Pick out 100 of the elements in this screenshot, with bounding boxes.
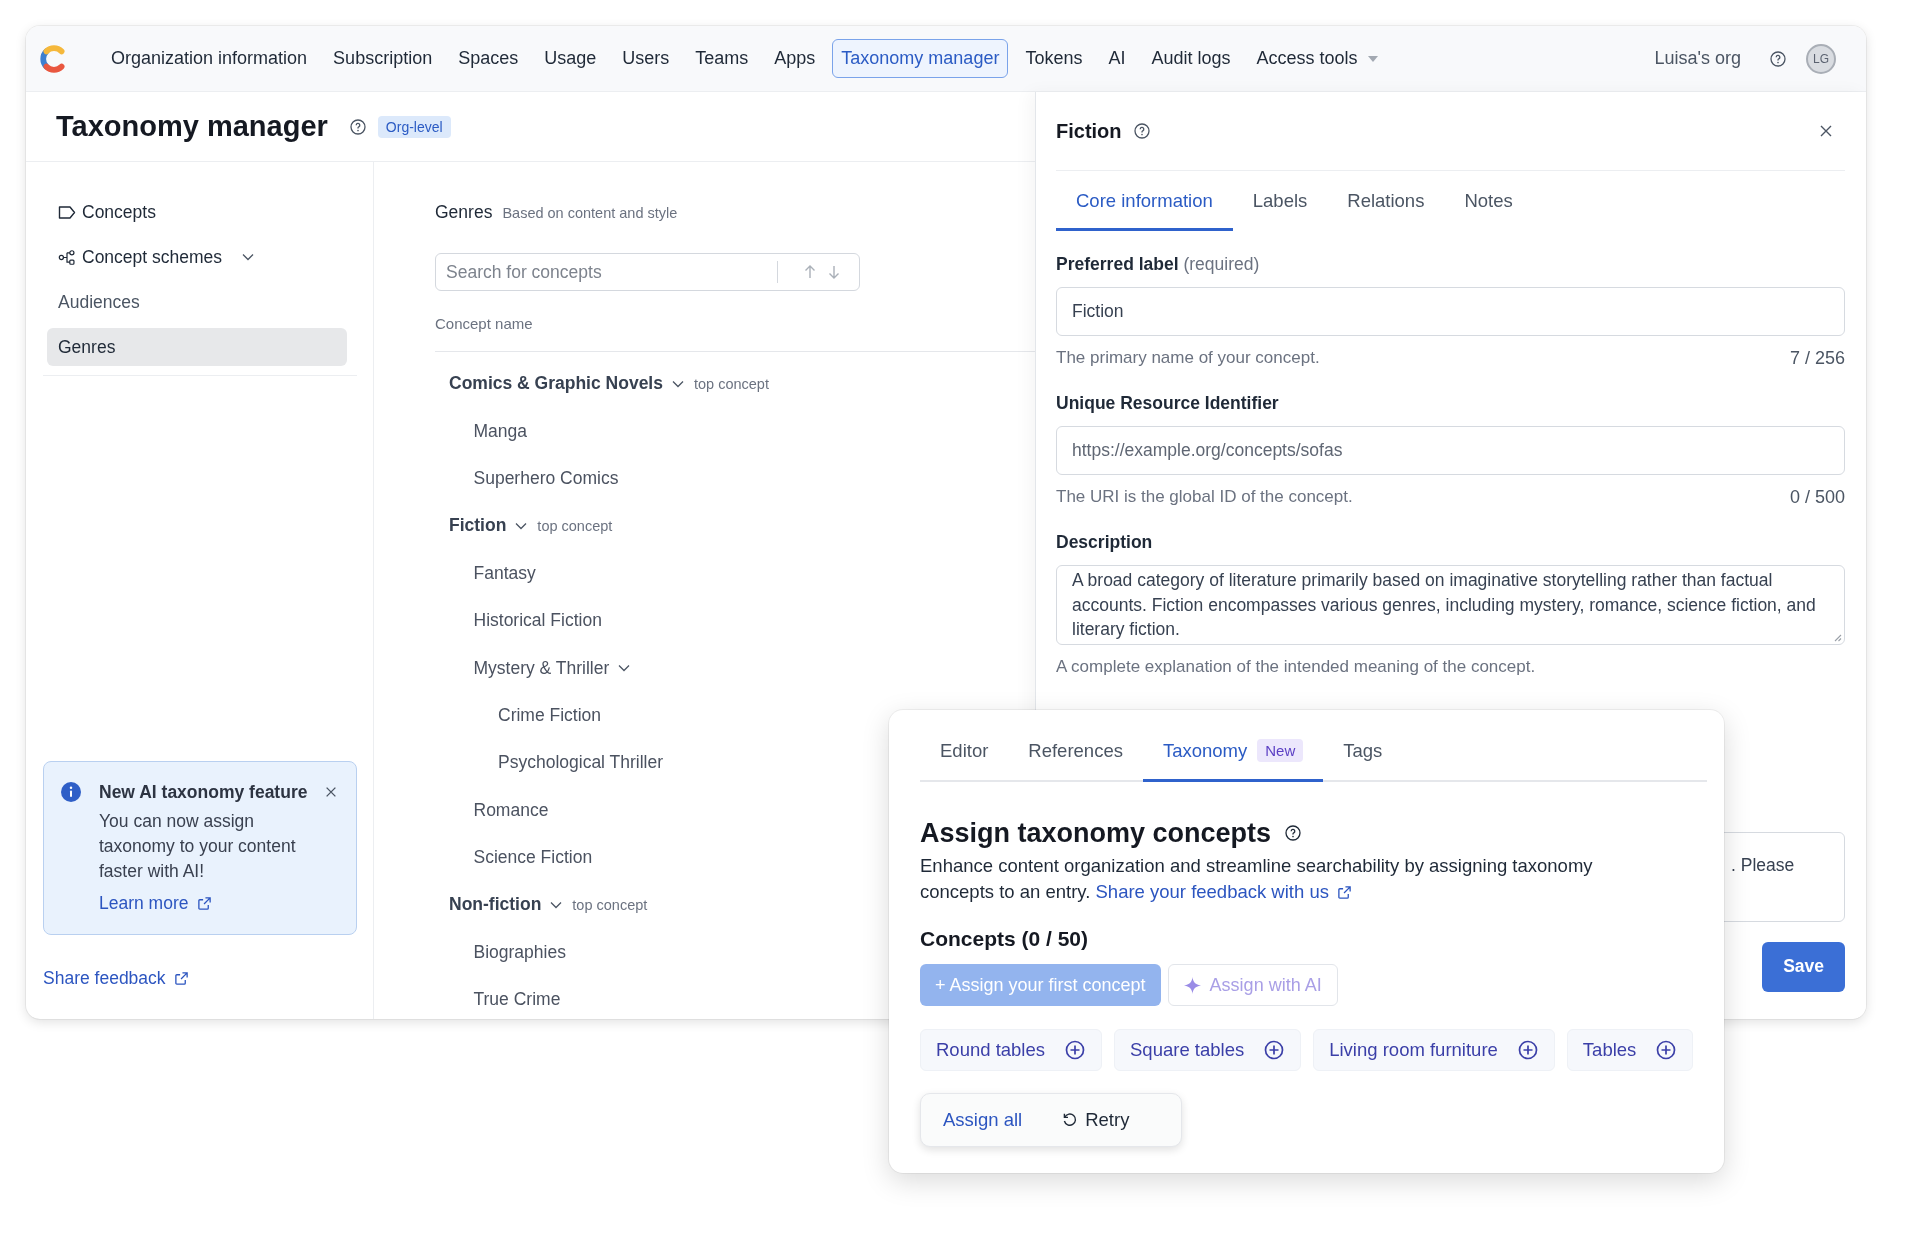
external-link-icon	[196, 896, 212, 911]
concept-tree-item[interactable]: True Crime	[473, 989, 561, 1011]
nav-tab[interactable]: Teams	[686, 39, 758, 78]
top-concept-tag: top concept	[693, 375, 769, 392]
chevron-icon[interactable]	[550, 901, 563, 909]
notice-text: You can now assign taxonomy to your content faster with AI!	[99, 810, 297, 883]
nav-tab[interactable]: Users	[613, 39, 679, 78]
retry-button[interactable]: Retry	[1062, 1109, 1130, 1131]
concept-tree-item[interactable]: Manga	[473, 420, 527, 442]
help-icon[interactable]	[1133, 123, 1150, 139]
text-field[interactable]: https://example.org/concepts/sofas	[1056, 426, 1845, 475]
tab[interactable]: Notes	[1444, 171, 1533, 231]
helper-text: The primary name of your concept.	[1056, 348, 1320, 368]
sidebar-item[interactable]: Genres	[47, 328, 347, 366]
concept-tree-item[interactable]: Crime Fiction	[498, 704, 602, 726]
tab[interactable]: References	[1008, 722, 1143, 782]
tab[interactable]: Core information	[1056, 171, 1233, 231]
helper-text: A complete explanation of the intended meaning of the concept.	[1056, 656, 1536, 677]
character-count: 7 / 256	[1789, 348, 1845, 368]
share-feedback-link[interactable]: Share feedback	[43, 968, 189, 989]
concept-tree-item[interactable]: Fantasy	[473, 562, 536, 584]
concept-tree-item[interactable]: Historical Fiction	[473, 610, 602, 632]
page-title: Taxonomy manager	[56, 110, 328, 143]
close-icon[interactable]	[324, 785, 338, 799]
chevron-icon[interactable]	[618, 664, 631, 673]
sidebar-item[interactable]: Audiences	[47, 283, 347, 321]
description-text: Enhance content organization and streamline searchability by assigning taxonomy concepts to an entry. Share your feedback with us	[920, 853, 1625, 905]
helper-text: The URI is the global ID of the concept.	[1056, 487, 1353, 507]
help-icon[interactable]	[1285, 825, 1302, 841]
nav-tab[interactable]: AI	[1099, 39, 1135, 78]
tab[interactable]: Relations	[1327, 171, 1445, 231]
suggestion-chip[interactable]: Living room furniture	[1313, 1029, 1555, 1071]
info-icon	[61, 782, 81, 802]
tab[interactable]: Tags	[1323, 722, 1403, 782]
hierarchy-icon	[58, 249, 76, 265]
sparkle-icon	[1183, 976, 1201, 994]
concept-tree-item[interactable]: Psychological Thriller	[498, 752, 664, 774]
sidebar-item[interactable]: Concepts	[47, 193, 347, 231]
tab[interactable]: Labels	[1232, 171, 1328, 231]
nav-tab[interactable]: Apps	[765, 39, 825, 78]
nav-tab[interactable]: Audit logs	[1142, 39, 1240, 78]
tab[interactable]: Taxonomy New	[1142, 722, 1324, 782]
suggestion-chip[interactable]: Square tables	[1114, 1029, 1302, 1071]
nav-tab[interactable]: Access tools	[1247, 39, 1387, 78]
nav-tab[interactable]: Subscription	[324, 39, 442, 78]
retry-icon	[1062, 1112, 1079, 1128]
sidebar-item[interactable]: Concept schemes	[47, 238, 347, 276]
org-level-badge: Org-level	[377, 115, 451, 138]
concept-tree-item[interactable]: Non-fiction	[449, 894, 542, 916]
external-link-icon	[173, 971, 189, 986]
character-count: 0 / 500	[1789, 487, 1845, 507]
feedback-link[interactable]: Share your feedback with us	[1095, 879, 1352, 905]
plus-circle-icon	[1656, 1040, 1677, 1060]
nav-tab[interactable]: Taxonomy manager	[832, 39, 1009, 78]
section-title: Assign taxonomy concepts	[920, 817, 1272, 849]
caret-down-icon	[1367, 55, 1378, 62]
new-badge: New	[1257, 739, 1304, 762]
nav-tab[interactable]: Tokens	[1016, 39, 1092, 78]
assign-all-button[interactable]: Assign all	[943, 1109, 1023, 1131]
top-concept-tag: top concept	[572, 897, 648, 913]
plus-circle-icon	[1065, 1040, 1086, 1060]
concept-tree-item[interactable]: Fiction	[449, 515, 507, 537]
plus-circle-icon	[1517, 1040, 1538, 1060]
text-area-field[interactable]: A broad category of literature primarily based on imaginative storytelling rather than factual accounts. Fiction encompasses various genres, including mystery, romance, science fiction, and literary fiction.	[1056, 565, 1845, 645]
column-header: Concept name	[435, 315, 1035, 352]
chevron-icon[interactable]	[515, 521, 528, 530]
scheme-title: Genres	[435, 201, 493, 224]
close-icon[interactable]	[1818, 123, 1834, 139]
nav-tab[interactable]: Usage	[535, 39, 606, 78]
scheme-description: Based on content and style	[502, 204, 678, 223]
concept-tree-item[interactable]: Romance	[473, 799, 549, 821]
plus-circle-icon	[1264, 1040, 1285, 1060]
avatar-button[interactable]: LG	[1806, 43, 1836, 74]
learn-more-link[interactable]: Learn more	[99, 893, 212, 914]
concept-tree-item[interactable]: Science Fiction	[473, 847, 593, 869]
field-label: Description	[1056, 532, 1154, 552]
concept-tree-item[interactable]: Biographies	[473, 941, 566, 963]
field-label: Preferred label (required)	[1056, 254, 1261, 274]
concept-tree-item[interactable]: Superhero Comics	[473, 467, 619, 489]
panel-title: Fiction	[1056, 119, 1122, 143]
concept-tree-item[interactable]: Comics & Graphic Novels	[449, 373, 663, 395]
tab[interactable]: Editor	[920, 722, 1009, 782]
chevron-icon[interactable]	[671, 379, 684, 388]
external-link-icon	[1336, 884, 1352, 900]
notice-title: New AI taxonomy feature	[99, 781, 308, 803]
tag-icon	[58, 204, 76, 220]
nav-tab[interactable]: Organization information	[102, 39, 317, 78]
chevron-icon[interactable]	[242, 253, 255, 261]
suggestion-chip[interactable]: Tables	[1566, 1029, 1694, 1071]
help-icon[interactable]	[1770, 50, 1786, 67]
save-button[interactable]: Save	[1762, 941, 1845, 992]
field-label: Unique Resource Identifier	[1056, 393, 1280, 413]
org-switcher[interactable]: Luisa's org	[1654, 48, 1741, 69]
suggestion-chip[interactable]: Round tables	[920, 1029, 1103, 1071]
text-field[interactable]: Fiction	[1056, 287, 1845, 336]
help-icon[interactable]	[349, 118, 366, 135]
logo-icon[interactable]	[40, 44, 68, 73]
nav-tab[interactable]: Spaces	[449, 39, 528, 78]
concept-tree-item[interactable]: Mystery & Thriller	[473, 657, 610, 679]
top-concept-tag: top concept	[537, 517, 613, 534]
